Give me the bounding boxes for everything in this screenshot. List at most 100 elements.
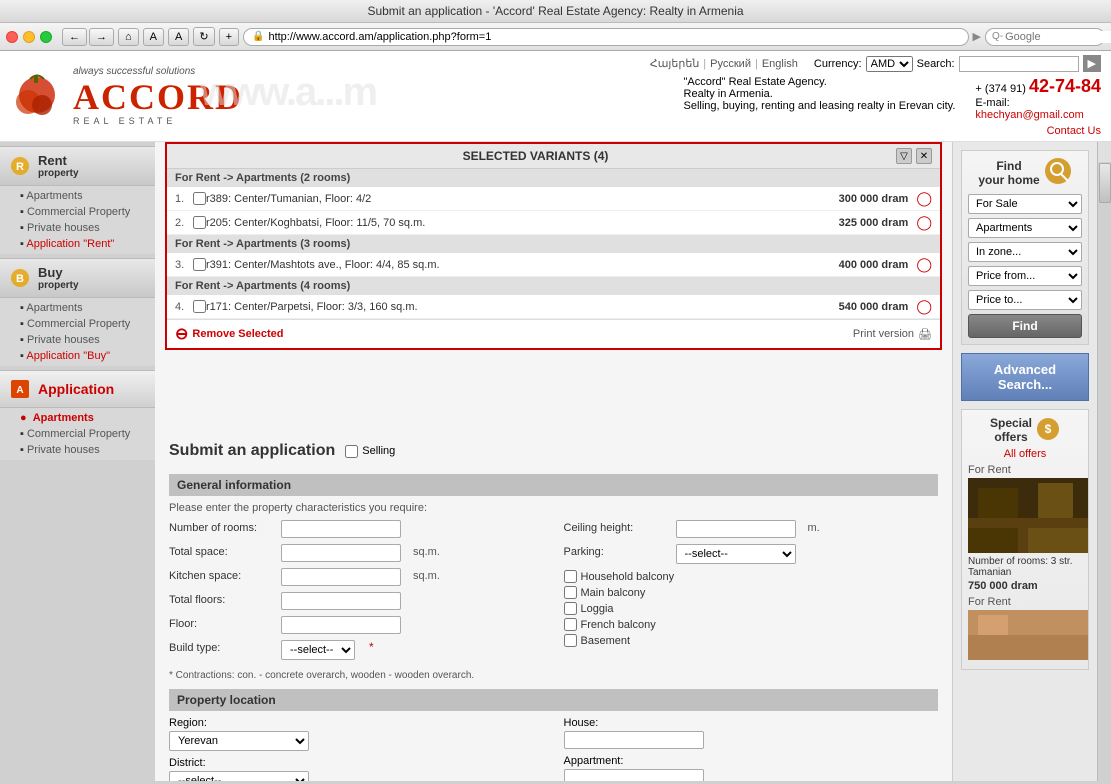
scrollbar-up[interactable] [1098,142,1111,162]
price-to-select[interactable]: Price to... [968,290,1082,310]
sidebar-item-app-commercial[interactable]: ▪ Commercial Property [16,426,155,442]
scrollbar-thumb[interactable] [1099,163,1111,203]
site-search-input[interactable] [959,56,1079,72]
house-input[interactable] [564,731,704,749]
scrollbar[interactable] [1097,142,1111,781]
sidebar-item-buy-commercial[interactable]: ▪ Commercial Property [16,316,155,332]
site-search-button[interactable]: ▶ [1083,55,1101,72]
application-section-title[interactable]: A Application [0,370,155,408]
email-link[interactable]: khechyan@gmail.com [975,109,1083,121]
balcony-basement: Basement [564,634,939,647]
right-col: Ceiling height: m. Parking: --select-- [564,520,939,666]
variants-close-button[interactable]: ✕ [916,148,932,164]
build-type-select[interactable]: --select-- [281,640,355,660]
variant-check-3[interactable] [193,258,206,271]
appartment-input[interactable] [564,769,704,781]
region-row: Region: Yerevan [169,717,544,751]
balcony-main-check[interactable] [564,586,577,599]
rent-subtitle: property [38,168,79,179]
selling-checkbox[interactable] [345,445,358,458]
variant-check-2[interactable] [193,216,206,229]
balcony-household-check[interactable] [564,570,577,583]
variant-check-4[interactable] [193,300,206,313]
rent-items: ▪ Apartments ▪ Commercial Property ▪ Pri… [0,186,155,254]
district-select[interactable]: --select-- [169,771,309,781]
lang-english[interactable]: English [762,58,798,70]
ceiling-height-input[interactable] [676,520,796,538]
rent-title: Rent [38,153,79,168]
remove-selected-button[interactable]: ⊖ Remove Selected [175,324,284,344]
sidebar-item-buy-application[interactable]: ▪ Application "Buy" [16,348,155,364]
contact-us-link[interactable]: Contact Us [1047,125,1101,137]
parking-select[interactable]: --select-- [676,544,796,564]
text-large-button[interactable]: A [168,28,189,46]
selected-variants-title: SELECTED VARIANTS (4) [175,149,896,163]
rooms-input[interactable] [281,520,401,538]
find-button[interactable]: Find [968,314,1082,338]
right-panel: Find your home For Sale [953,142,1097,684]
sidebar-item-app-houses[interactable]: ▪ Private houses [16,442,155,458]
maximize-button[interactable] [40,31,52,43]
search-bar[interactable]: Q- [985,28,1105,46]
floor-input[interactable] [281,616,401,634]
refresh-button[interactable]: ↻ [193,27,214,46]
advanced-search-panel[interactable]: Advanced Search... [961,353,1089,401]
house-label: House: [564,717,939,729]
balcony-french-check[interactable] [564,618,577,631]
ceiling-height-row: Ceiling height: m. [564,520,939,538]
address-bar[interactable]: 🔒 [243,28,969,46]
close-button[interactable] [6,31,18,43]
buy-section-title[interactable]: B Buy property [0,258,155,298]
buy-items: ▪ Apartments ▪ Commercial Property ▪ Pri… [0,298,155,366]
region-select[interactable]: Yerevan [169,731,309,751]
home-button[interactable]: ⌂ [118,28,139,46]
total-space-input[interactable] [281,544,401,562]
sidebar-item-rent-commercial[interactable]: ▪ Commercial Property [16,204,155,220]
balcony-basement-check[interactable] [564,634,577,647]
sidebar-item-rent-apartments[interactable]: ▪ Apartments [16,188,155,204]
all-offers-link[interactable]: All offers [968,448,1082,460]
variant-delete-4[interactable]: ◯ [916,298,932,315]
forward-button[interactable]: → [89,28,114,46]
location-form: Region: Yerevan District: [169,717,938,781]
selling-checkbox-row: Selling [345,445,395,458]
balcony-loggia-check[interactable] [564,602,577,615]
print-version-label: Print version [853,328,914,340]
price-from-select[interactable]: Price from... [968,266,1082,286]
variant-delete-3[interactable]: ◯ [916,256,932,273]
sidebar-item-rent-application[interactable]: ▪ Application "Rent" [16,236,155,252]
special-offers-title: Special offers $ [968,416,1082,444]
form-title: Submit an application [169,442,335,460]
lang-russian[interactable]: Русский [710,58,751,70]
balcony-loggia: Loggia [564,602,939,615]
search-input[interactable] [1005,31,1111,43]
print-version-button[interactable]: Print version 🖨 [853,328,932,341]
sidebar-item-rent-houses[interactable]: ▪ Private houses [16,220,155,236]
zone-select[interactable]: In zone... [968,242,1082,262]
property-type-select[interactable]: Apartments Houses Commercial [968,218,1082,238]
text-small-button[interactable]: A [143,28,164,46]
total-floors-input[interactable] [281,592,401,610]
add-tab-button[interactable]: + [219,28,239,46]
lang-armenian[interactable]: Հայերեն [650,57,699,70]
sidebar-item-buy-houses[interactable]: ▪ Private houses [16,332,155,348]
offer-price-1: 750 000 dram [968,580,1082,592]
variant-delete-1[interactable]: ◯ [916,190,932,207]
type-select[interactable]: For Sale For Rent [968,194,1082,214]
back-button[interactable]: ← [62,28,87,46]
sidebar-item-app-apartments[interactable]: ● Apartments [16,410,155,426]
sidebar-item-buy-apartments[interactable]: ▪ Apartments [16,300,155,316]
form-content: Submit an application Selling General in… [169,442,938,781]
variant-check-1[interactable] [193,192,206,205]
currency-select[interactable]: AMD USD EUR [866,56,913,72]
variant-delete-2[interactable]: ◯ [916,214,932,231]
phone-number: 42-74-84 [1029,76,1101,96]
variants-collapse-button[interactable]: ▽ [896,148,912,164]
kitchen-space-input[interactable] [281,568,401,586]
url-input[interactable] [268,31,959,43]
rent-section-title[interactable]: R Rent property [0,146,155,186]
minimize-button[interactable] [23,31,35,43]
location-right-col: House: Appartment: [564,717,939,781]
total-floors-row: Total floors: [169,592,544,610]
advanced-label2: Search... [970,377,1080,392]
